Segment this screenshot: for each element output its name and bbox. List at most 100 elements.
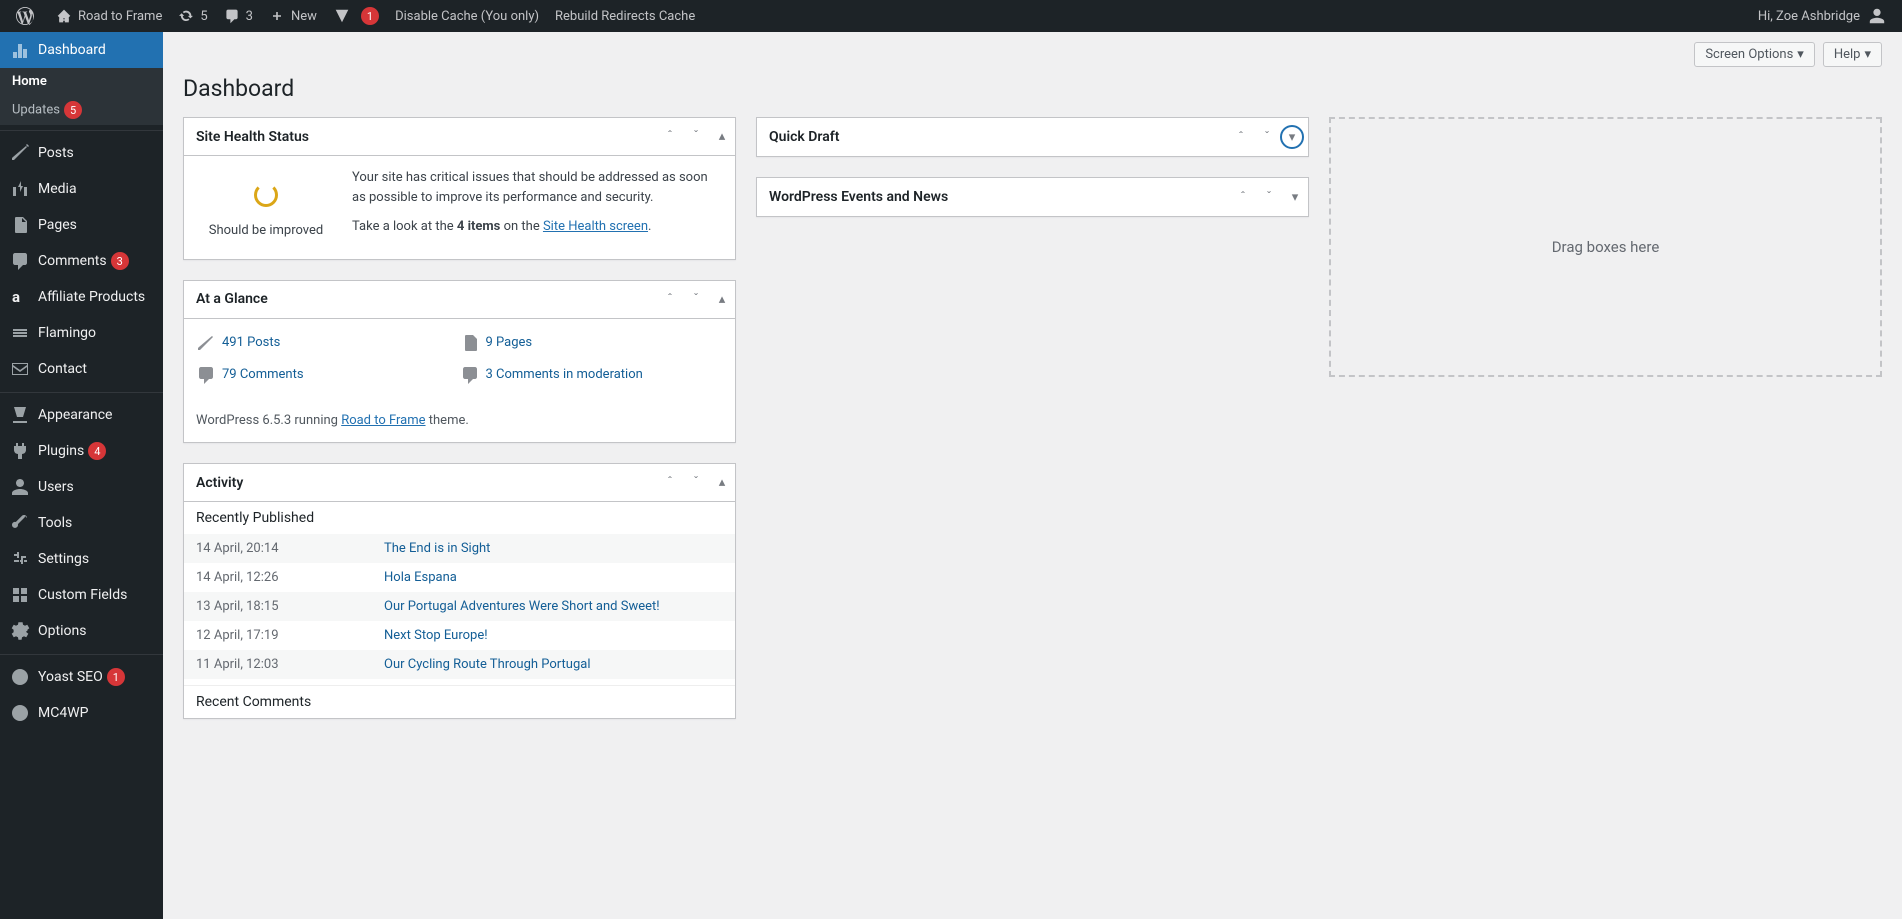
sidebar-item-media[interactable]: Media [0,171,163,207]
postbox-activity: Activity ˆ ˇ ▴ Recently Published 14 Apr… [183,463,736,719]
sidebar-item-dashboard[interactable]: Dashboard [0,32,163,68]
activity-date: 11 April, 12:03 [196,657,384,672]
wp-version-text: WordPress 6.5.3 running Road to Frame th… [196,399,723,431]
sidebar-item-users[interactable]: Users [0,469,163,505]
recently-published-heading: Recently Published [184,502,735,534]
activity-date: 14 April, 20:14 [196,541,384,556]
move-down-icon[interactable]: ˇ [1256,179,1282,215]
sidebar-item-affiliate[interactable]: aAffiliate Products [0,279,163,315]
activity-date: 12 April, 17:19 [196,628,384,643]
empty-dropzone[interactable]: Drag boxes here [1329,117,1882,377]
toggle-icon[interactable]: ▾ [1282,127,1302,147]
glance-posts-link[interactable]: 491 Posts [222,333,280,353]
yoast-adminbar-icon[interactable]: 1 [325,0,387,32]
health-status-label: Should be improved [209,221,324,241]
activity-row: 13 April, 18:15Our Portugal Adventures W… [184,592,735,621]
move-down-icon[interactable]: ˇ [683,281,709,317]
sidebar-subitem-updates[interactable]: Updates5 [0,95,163,125]
activity-date: 14 April, 12:26 [196,570,384,585]
sidebar-item-mc4wp[interactable]: MC4WP [0,695,163,731]
health-cta: Take a look at the 4 items on the Site H… [352,217,723,237]
comment-icon [460,365,480,385]
sidebar-item-options[interactable]: Options [0,613,163,649]
toggle-icon[interactable]: ▾ [1282,179,1308,215]
disable-cache-link[interactable]: Disable Cache (You only) [387,0,547,32]
rebuild-redirects-link[interactable]: Rebuild Redirects Cache [547,0,703,32]
move-down-icon[interactable]: ˇ [683,119,709,155]
sidebar-item-posts[interactable]: Posts [0,135,163,171]
sidebar-item-appearance[interactable]: Appearance [0,397,163,433]
sidebar-item-yoast[interactable]: Yoast SEO1 [0,659,163,695]
postbox-site-health: Site Health Status ˆ ˇ ▴ Should be impro… [183,117,736,260]
sidebar-item-contact[interactable]: Contact [0,351,163,387]
activity-date: 13 April, 18:15 [196,599,384,614]
activity-post-link[interactable]: Hola Espana [384,570,457,585]
glance-comments-link[interactable]: 79 Comments [222,365,304,385]
comments-link[interactable]: 3 [216,0,261,32]
move-up-icon[interactable]: ˆ [657,281,683,317]
admin-sidebar: Dashboard Home Updates5 Posts Media Page… [0,32,163,919]
move-up-icon[interactable]: ˆ [657,465,683,501]
svg-text:a: a [12,288,20,306]
toggle-icon[interactable]: ▴ [709,465,735,501]
pin-icon [196,333,216,353]
postbox-quick-draft: Quick Draft ˆ ˇ ▾ [756,117,1309,157]
sidebar-item-custom-fields[interactable]: Custom Fields [0,577,163,613]
admin-bar: Road to Frame 5 3 New 1 Disable Cache (Y… [0,0,1902,32]
postbox-title: At a Glance [196,291,268,307]
move-up-icon[interactable]: ˆ [1230,179,1256,215]
loading-spinner-icon [254,183,278,207]
toggle-icon[interactable]: ▴ [709,281,735,317]
activity-title: Hola Espana [384,570,723,585]
new-link[interactable]: New [261,0,325,32]
wp-logo-icon[interactable] [8,0,48,32]
move-down-icon[interactable]: ˇ [683,465,709,501]
user-greeting[interactable]: Hi, Zoe Ashbridge [1750,0,1894,32]
sidebar-item-plugins[interactable]: Plugins4 [0,433,163,469]
sidebar-item-flamingo[interactable]: Flamingo [0,315,163,351]
postbox-title: Site Health Status [196,129,309,145]
chevron-down-icon: ▾ [1797,47,1804,62]
move-up-icon[interactable]: ˆ [657,119,683,155]
postbox-events-news: WordPress Events and News ˆ ˇ ▾ [756,177,1309,217]
activity-post-link[interactable]: Our Portugal Adventures Were Short and S… [384,599,660,614]
health-summary: Your site has critical issues that shoul… [352,168,723,207]
activity-row: 14 April, 20:14The End is in Sight [184,534,735,563]
sidebar-item-settings[interactable]: Settings [0,541,163,577]
activity-row: 14 April, 12:26Hola Espana [184,563,735,592]
move-down-icon[interactable]: ˇ [1254,119,1280,155]
theme-link[interactable]: Road to Frame [341,413,425,428]
activity-title: Our Portugal Adventures Were Short and S… [384,599,723,614]
postbox-title: WordPress Events and News [769,189,948,205]
chevron-down-icon: ▾ [1864,47,1871,62]
activity-post-link[interactable]: The End is in Sight [384,541,490,556]
glance-moderation-link[interactable]: 3 Comments in moderation [486,365,643,385]
updates-link[interactable]: 5 [170,0,215,32]
activity-title: The End is in Sight [384,541,723,556]
site-name-link[interactable]: Road to Frame [48,0,170,32]
sidebar-item-tools[interactable]: Tools [0,505,163,541]
page-title: Dashboard [183,75,1882,102]
postbox-title: Activity [196,475,243,491]
sidebar-subitem-home[interactable]: Home [0,68,163,95]
content-area: Screen Options ▾ Help ▾ Dashboard Site H… [163,32,1902,919]
help-button[interactable]: Help ▾ [1823,42,1882,67]
page-icon [460,333,480,353]
activity-title: Next Stop Europe! [384,628,723,643]
site-health-link[interactable]: Site Health screen [543,219,648,234]
postbox-at-a-glance: At a Glance ˆ ˇ ▴ 491 Posts 9 Pages 79 C… [183,280,736,444]
activity-row: 11 April, 12:03Our Cycling Route Through… [184,650,735,679]
sidebar-item-comments[interactable]: Comments3 [0,243,163,279]
recent-comments-heading: Recent Comments [184,685,735,718]
move-up-icon[interactable]: ˆ [1228,119,1254,155]
activity-row: 12 April, 17:19Next Stop Europe! [184,621,735,650]
activity-post-link[interactable]: Next Stop Europe! [384,628,488,643]
postbox-title: Quick Draft [769,129,839,145]
toggle-icon[interactable]: ▴ [709,119,735,155]
screen-options-button[interactable]: Screen Options ▾ [1694,42,1815,67]
sidebar-item-pages[interactable]: Pages [0,207,163,243]
comment-icon [196,365,216,385]
activity-title: Our Cycling Route Through Portugal [384,657,723,672]
activity-post-link[interactable]: Our Cycling Route Through Portugal [384,657,590,672]
glance-pages-link[interactable]: 9 Pages [486,333,533,353]
